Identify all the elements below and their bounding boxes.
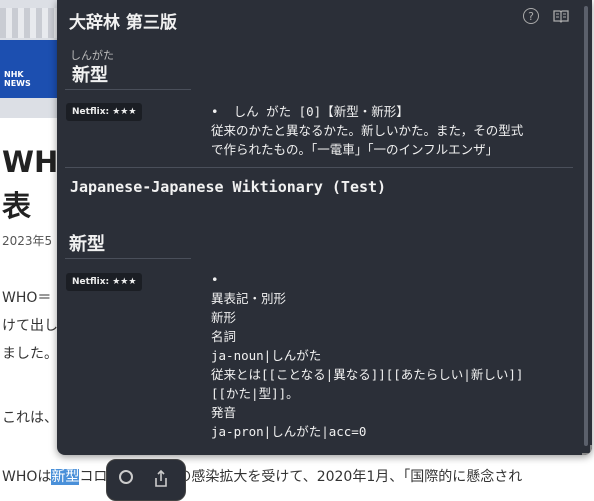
dictionary-popup[interactable]: 大辞林 第三版 ? しんがた 新型 Netflix: ★★★ • しん がた [… — [57, 0, 592, 455]
dictionary-title: Japanese-Japanese Wiktionary (Test) — [70, 178, 387, 196]
divider — [65, 258, 191, 259]
article-paragraph: けて出し — [2, 318, 58, 334]
divider — [65, 167, 573, 168]
help-icon[interactable]: ? — [523, 8, 539, 24]
resize-handle[interactable] — [582, 445, 592, 455]
article-paragraph: WHO＝ — [2, 290, 52, 306]
frequency-tag: Netflix: ★★★ — [66, 103, 143, 121]
scrollbar[interactable] — [584, 6, 588, 446]
share-icon[interactable] — [153, 469, 169, 492]
frequency-tag: Netflix: ★★★ — [66, 273, 143, 291]
definition-text: • しん がた [0]【新型・新形】 従来のかたと異なるかた。新しいかた。また，… — [211, 104, 524, 157]
definition-text: • 異表記・別形 新形 名詞 ja-noun|しんがた 従来とは[[ことなる|異… — [211, 272, 524, 439]
article-date: 2023年5 — [2, 234, 53, 248]
nhk-news-logo: NHK NEWS — [4, 70, 31, 88]
divider — [65, 89, 191, 90]
article-paragraph: ました。 — [2, 346, 58, 362]
headword: 新型 — [69, 234, 105, 255]
article-title: WH 表 — [2, 145, 59, 223]
selected-word[interactable]: 新型 — [51, 469, 80, 485]
floating-toolbar — [106, 459, 186, 501]
dictionary-title: 大辞林 第三版 — [69, 13, 177, 33]
line-prefix: WHOは — [2, 469, 52, 485]
article-paragraph: これは、 — [2, 410, 58, 426]
book-icon[interactable] — [553, 8, 569, 24]
article-bottom-line: WHOは新型コロナウイルスの感染拡大を受けて、2020年1月、「国際的に懸念され — [2, 466, 522, 486]
search-icon[interactable] — [119, 470, 133, 484]
headword: 新型 — [72, 65, 108, 86]
